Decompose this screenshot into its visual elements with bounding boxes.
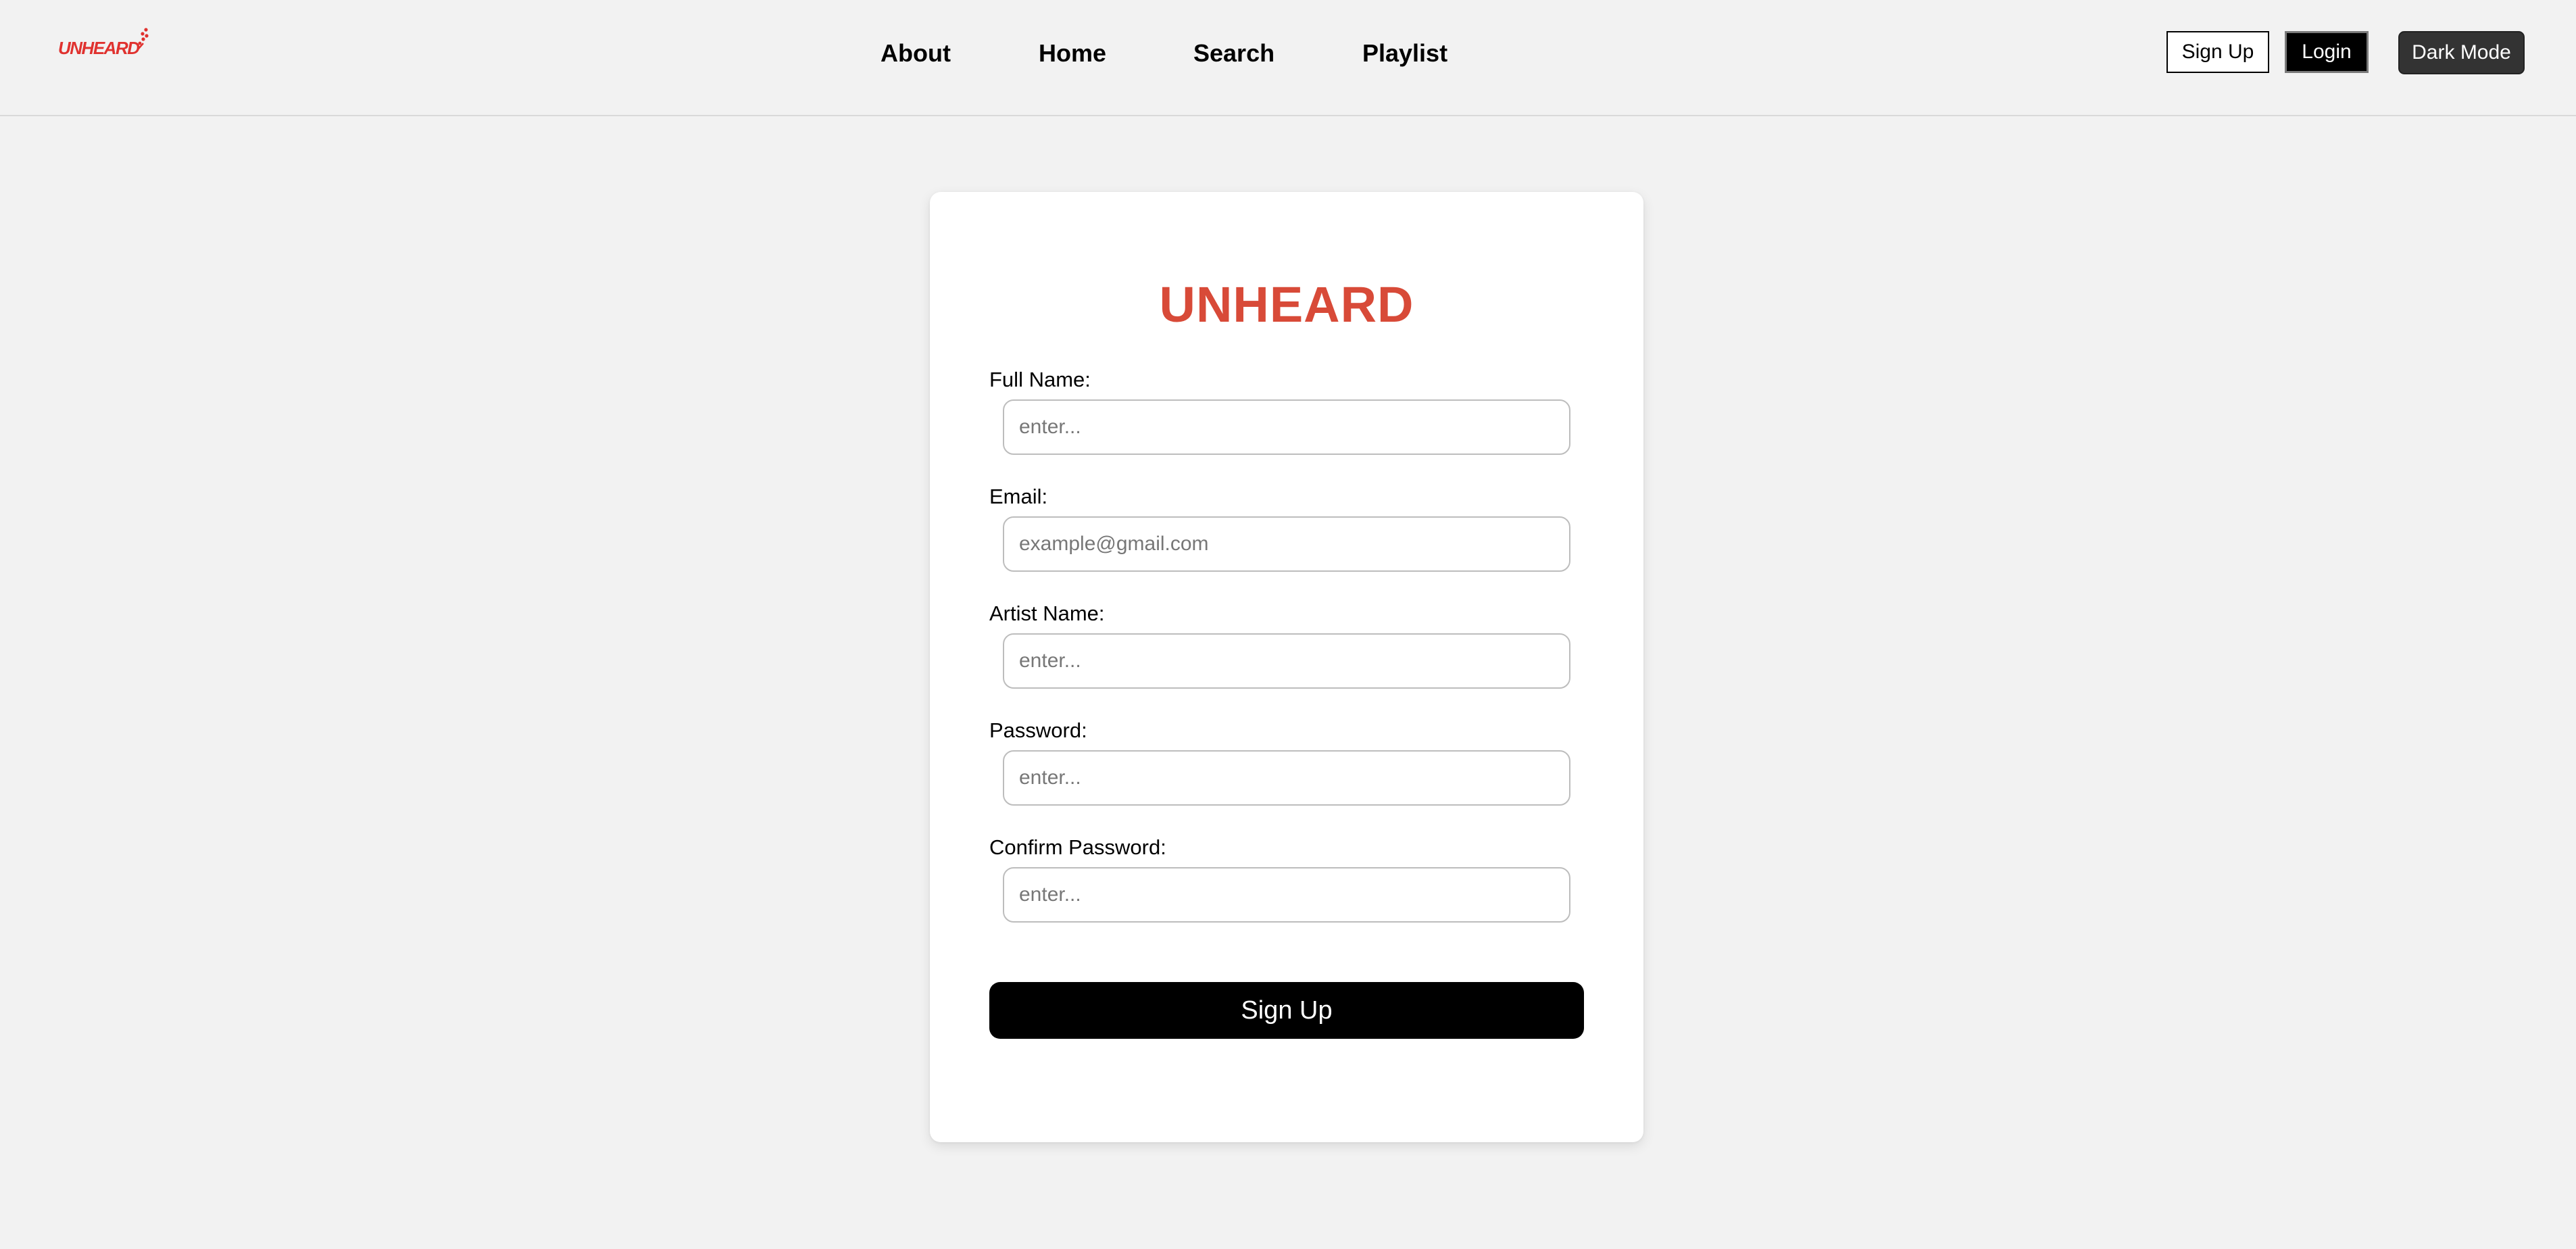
email-input[interactable] bbox=[1003, 516, 1570, 572]
artist-name-input[interactable] bbox=[1003, 633, 1570, 689]
logo-dots-icon bbox=[137, 28, 149, 49]
password-input[interactable] bbox=[1003, 750, 1570, 806]
artist-name-label: Artist Name: bbox=[989, 602, 1105, 625]
confirm-password-input[interactable] bbox=[1003, 867, 1570, 923]
header-signup-button[interactable]: Sign Up bbox=[2166, 31, 2269, 73]
nav-playlist-link[interactable]: Playlist bbox=[1362, 36, 1447, 70]
full-name-label: Full Name: bbox=[989, 368, 1091, 391]
password-label: Password: bbox=[989, 718, 1087, 742]
nav-about-link[interactable]: About bbox=[881, 36, 951, 70]
top-navigation-bar: UNHEARD About Home Search Playlist Sign … bbox=[0, 0, 2576, 116]
full-name-input[interactable] bbox=[1003, 399, 1570, 455]
header-login-button[interactable]: Login bbox=[2285, 31, 2369, 73]
form-brand-title: UNHEARD bbox=[1159, 276, 1414, 333]
signup-submit-button[interactable]: Sign Up bbox=[989, 982, 1584, 1039]
unheard-logo-icon[interactable]: UNHEARD bbox=[58, 27, 151, 57]
logo-text: UNHEARD bbox=[58, 38, 140, 58]
nav-home-link[interactable]: Home bbox=[1039, 36, 1106, 70]
signup-card: UNHEARD Full Name: Email: Artist Name: P… bbox=[930, 192, 1643, 1142]
dark-mode-toggle-button[interactable]: Dark Mode bbox=[2398, 31, 2525, 74]
email-label: Email: bbox=[989, 485, 1048, 508]
nav-search-link[interactable]: Search bbox=[1193, 36, 1274, 70]
confirm-password-label: Confirm Password: bbox=[989, 835, 1166, 859]
